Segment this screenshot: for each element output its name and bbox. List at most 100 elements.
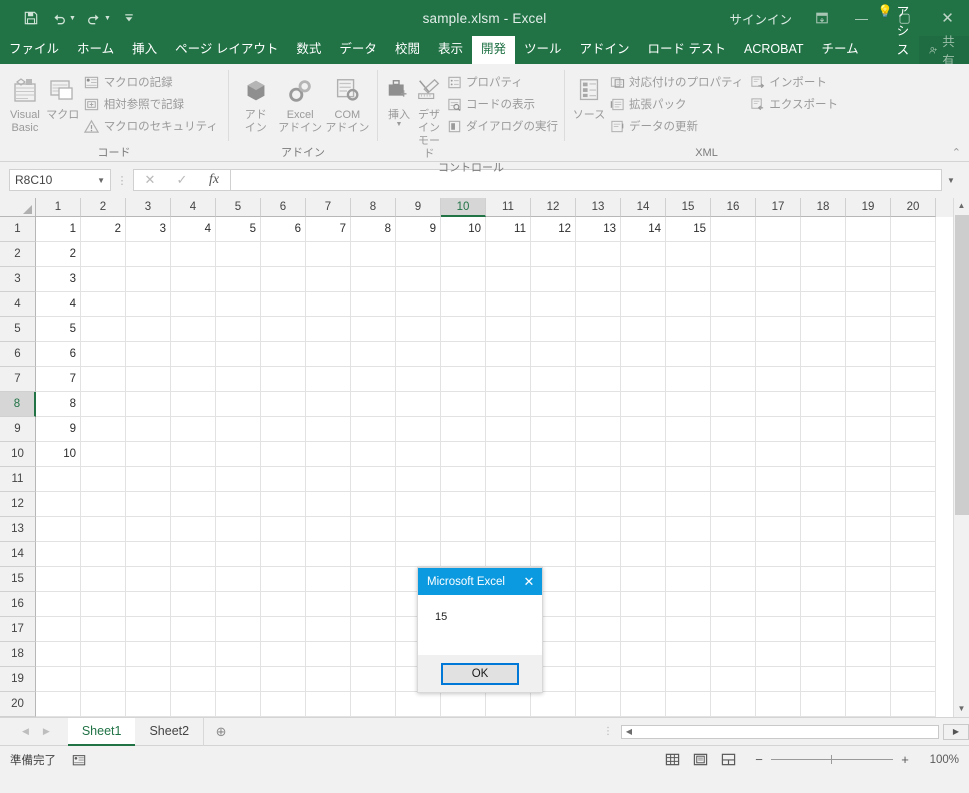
cell-R11C17[interactable] — [756, 467, 801, 492]
cell-R9C19[interactable] — [846, 417, 891, 442]
cell-R3C13[interactable] — [576, 267, 621, 292]
cell-R9C14[interactable] — [621, 417, 666, 442]
cell-R19C15[interactable] — [666, 667, 711, 692]
cell-R10C9[interactable] — [396, 442, 441, 467]
cell-R16C18[interactable] — [801, 592, 846, 617]
cell-R12C11[interactable] — [486, 492, 531, 517]
cell-R9C10[interactable] — [441, 417, 486, 442]
cell-R5C17[interactable] — [756, 317, 801, 342]
cell-R2C11[interactable] — [486, 242, 531, 267]
cell-R15C1[interactable] — [36, 567, 81, 592]
cell-R13C5[interactable] — [216, 517, 261, 542]
cell-R17C13[interactable] — [576, 617, 621, 642]
cell-R1C19[interactable] — [846, 217, 891, 242]
cell-R18C3[interactable] — [126, 642, 171, 667]
cell-R19C1[interactable] — [36, 667, 81, 692]
cell-R11C5[interactable] — [216, 467, 261, 492]
cell-R20C4[interactable] — [171, 692, 216, 717]
zoom-out-button[interactable]: − — [753, 752, 765, 767]
cell-R14C17[interactable] — [756, 542, 801, 567]
cell-R7C16[interactable] — [711, 367, 756, 392]
cell-R11C16[interactable] — [711, 467, 756, 492]
cell-R8C20[interactable] — [891, 392, 936, 417]
cell-R3C7[interactable] — [306, 267, 351, 292]
cell-R7C1[interactable]: 7 — [36, 367, 81, 392]
ribbon-tab-acrobat[interactable]: ACROBAT — [735, 36, 813, 64]
cell-R3C12[interactable] — [531, 267, 576, 292]
cell-R8C14[interactable] — [621, 392, 666, 417]
cell-R2C4[interactable] — [171, 242, 216, 267]
cell-R6C7[interactable] — [306, 342, 351, 367]
cell-R13C12[interactable] — [531, 517, 576, 542]
cell-R9C13[interactable] — [576, 417, 621, 442]
page-break-preview-icon[interactable] — [715, 752, 741, 767]
cell-R10C6[interactable] — [261, 442, 306, 467]
cell-R20C16[interactable] — [711, 692, 756, 717]
cell-R16C16[interactable] — [711, 592, 756, 617]
cell-R7C5[interactable] — [216, 367, 261, 392]
cell-R16C3[interactable] — [126, 592, 171, 617]
cell-R6C17[interactable] — [756, 342, 801, 367]
cell-R15C13[interactable] — [576, 567, 621, 592]
cell-R5C18[interactable] — [801, 317, 846, 342]
cell-R2C3[interactable] — [126, 242, 171, 267]
cell-R10C3[interactable] — [126, 442, 171, 467]
cell-R8C17[interactable] — [756, 392, 801, 417]
cell-R9C2[interactable] — [81, 417, 126, 442]
cell-R18C6[interactable] — [261, 642, 306, 667]
cell-R7C13[interactable] — [576, 367, 621, 392]
row-header-2[interactable]: 2 — [0, 242, 36, 267]
cell-R14C8[interactable] — [351, 542, 396, 567]
cell-R12C1[interactable] — [36, 492, 81, 517]
cell-R12C15[interactable] — [666, 492, 711, 517]
cell-R16C20[interactable] — [891, 592, 936, 617]
ok-button[interactable]: OK — [441, 663, 519, 685]
cell-R3C6[interactable] — [261, 267, 306, 292]
ribbon-tab-file[interactable]: ファイル — [0, 36, 68, 64]
cell-R20C10[interactable] — [441, 692, 486, 717]
cell-R17C2[interactable] — [81, 617, 126, 642]
cell-R6C19[interactable] — [846, 342, 891, 367]
cell-R4C12[interactable] — [531, 292, 576, 317]
record-macro-button[interactable]: マクロの記録 — [82, 71, 222, 93]
row-header-16[interactable]: 16 — [0, 592, 36, 617]
sheet-tab-sheet1[interactable]: Sheet1 — [67, 717, 136, 746]
cell-R13C15[interactable] — [666, 517, 711, 542]
cell-R2C2[interactable] — [81, 242, 126, 267]
cell-R1C20[interactable] — [891, 217, 936, 242]
column-header-5[interactable]: 5 — [216, 198, 261, 217]
cell-R9C3[interactable] — [126, 417, 171, 442]
cell-R5C1[interactable]: 5 — [36, 317, 81, 342]
cell-R5C2[interactable] — [81, 317, 126, 342]
map-properties-button[interactable]: 対応付けのプロパティ — [607, 71, 747, 93]
name-box[interactable]: R8C10 ▼ — [9, 169, 111, 191]
cell-R6C15[interactable] — [666, 342, 711, 367]
cell-R10C15[interactable] — [666, 442, 711, 467]
cell-R10C2[interactable] — [81, 442, 126, 467]
vertical-scrollbar[interactable]: ▲ ▼ — [953, 198, 969, 717]
cell-R11C15[interactable] — [666, 467, 711, 492]
cell-R20C9[interactable] — [396, 692, 441, 717]
cell-R3C20[interactable] — [891, 267, 936, 292]
cell-R9C6[interactable] — [261, 417, 306, 442]
cell-R14C13[interactable] — [576, 542, 621, 567]
cell-R1C11[interactable]: 11 — [486, 217, 531, 242]
cell-R1C18[interactable] — [801, 217, 846, 242]
cell-R10C7[interactable] — [306, 442, 351, 467]
cell-R8C19[interactable] — [846, 392, 891, 417]
cell-R7C14[interactable] — [621, 367, 666, 392]
column-header-2[interactable]: 2 — [81, 198, 126, 217]
collapse-ribbon-button[interactable]: ⌃ — [952, 146, 961, 159]
cell-R13C2[interactable] — [81, 517, 126, 542]
cell-R12C17[interactable] — [756, 492, 801, 517]
cell-R1C13[interactable]: 13 — [576, 217, 621, 242]
cell-R3C15[interactable] — [666, 267, 711, 292]
cell-R1C7[interactable]: 7 — [306, 217, 351, 242]
cell-R10C11[interactable] — [486, 442, 531, 467]
cell-R14C1[interactable] — [36, 542, 81, 567]
cell-R10C20[interactable] — [891, 442, 936, 467]
row-header-17[interactable]: 17 — [0, 617, 36, 642]
row-header-18[interactable]: 18 — [0, 642, 36, 667]
cell-R2C20[interactable] — [891, 242, 936, 267]
cell-R14C7[interactable] — [306, 542, 351, 567]
